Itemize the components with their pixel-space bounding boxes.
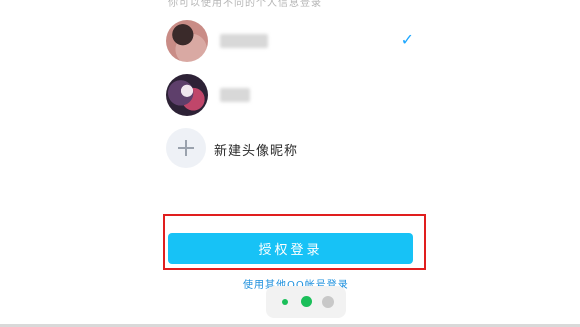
account-row-1[interactable]: ✓ (164, 20, 426, 64)
login-hint: 你可以使用不同的个人信息登录 (168, 0, 322, 9)
pager (266, 286, 346, 318)
avatar (166, 20, 208, 62)
new-account-row[interactable]: 新建头像昵称 (164, 128, 426, 172)
stage: 你可以使用不同的个人信息登录 ✓ 新建头像昵称 授权登录 使用其他QQ帐号登录 (0, 0, 580, 327)
plus-icon (166, 128, 206, 168)
pager-dot-3 (322, 296, 334, 308)
check-icon: ✓ (400, 30, 414, 49)
account-row-2[interactable] (164, 74, 426, 118)
new-account-label: 新建头像昵称 (214, 144, 299, 159)
account-name-blurred (220, 88, 250, 102)
account-name-blurred (220, 34, 268, 48)
pager-dot-1 (282, 299, 288, 305)
pager-dot-2 (301, 296, 312, 307)
authorize-login-button[interactable]: 授权登录 (168, 233, 413, 264)
avatar (166, 74, 208, 116)
